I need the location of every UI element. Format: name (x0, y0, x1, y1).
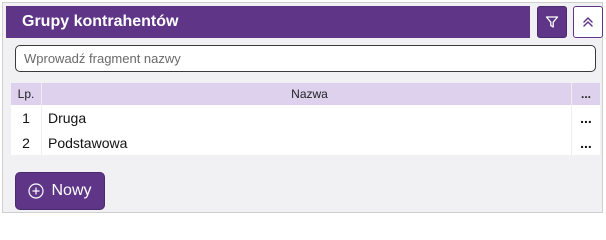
row-actions-button[interactable]: ... (571, 105, 600, 130)
new-button[interactable]: Nowy (15, 172, 105, 210)
plus-circle-icon (28, 183, 45, 199)
filter-button[interactable] (537, 6, 567, 38)
table-row[interactable]: 2 Podstawowa ... (11, 130, 600, 155)
row-number: 2 (11, 130, 42, 155)
row-number: 1 (11, 105, 42, 130)
contractor-groups-panel: Grupy kontrahentów Lp. Nazwa ... 1 Druga… (2, 2, 603, 213)
collapse-button[interactable] (573, 6, 603, 38)
panel-header: Grupy kontrahentów (6, 6, 530, 38)
table-row[interactable]: 1 Druga ... (11, 105, 600, 130)
search-input[interactable] (15, 45, 596, 72)
row-actions-button[interactable]: ... (571, 130, 600, 155)
column-header-name[interactable]: Nazwa (41, 83, 572, 105)
row-name[interactable]: Druga (41, 105, 572, 130)
groups-table: Lp. Nazwa ... 1 Druga ... 2 Podstawowa .… (11, 83, 600, 155)
column-header-actions[interactable]: ... (571, 83, 600, 105)
table-header-row: Lp. Nazwa ... (11, 83, 600, 105)
row-name[interactable]: Podstawowa (41, 130, 572, 155)
new-button-label: Nowy (51, 182, 92, 199)
filter-icon (545, 16, 559, 28)
chevrons-up-icon (583, 17, 593, 27)
column-header-lp[interactable]: Lp. (11, 83, 42, 105)
panel-title: Grupy kontrahentów (22, 13, 179, 30)
